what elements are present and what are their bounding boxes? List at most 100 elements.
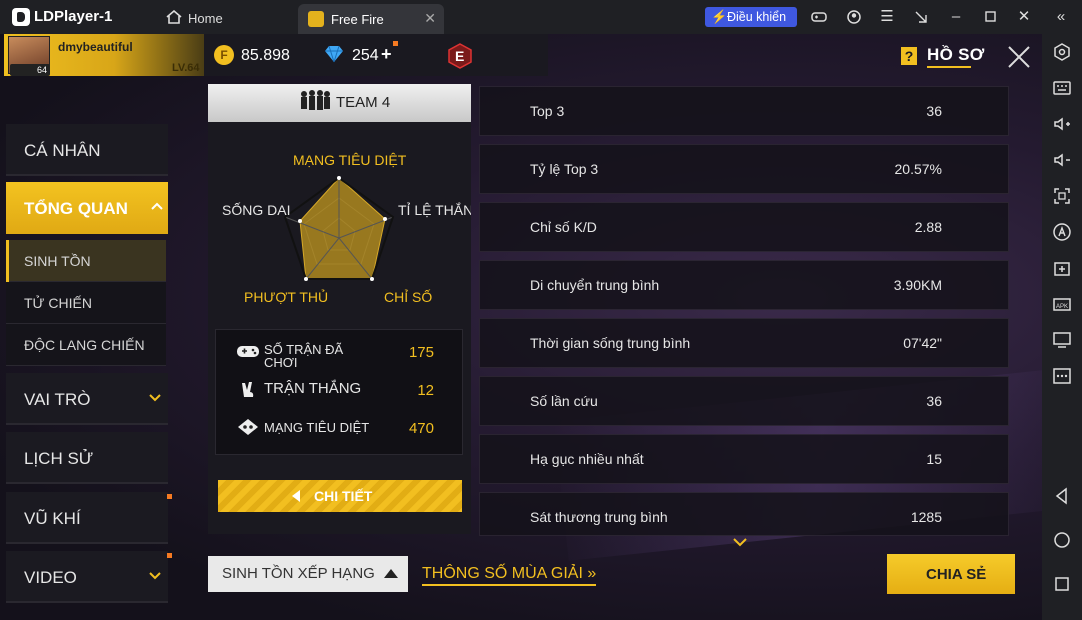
radar-label-winrate: TỈ LỆ THẮNG bbox=[398, 202, 471, 218]
submenu-label: ĐỘC LANG CHIẾN bbox=[24, 337, 145, 353]
gamepad-icon[interactable] bbox=[808, 7, 830, 27]
stat-label: Sát thương trung bình bbox=[530, 509, 668, 525]
menu-tong-quan[interactable]: TỔNG QUAN bbox=[6, 182, 168, 234]
back-icon[interactable] bbox=[1052, 486, 1072, 506]
chevron-down-icon bbox=[149, 572, 161, 580]
menu-ca-nhan[interactable]: CÁ NHÂN bbox=[6, 124, 168, 176]
close-icon[interactable] bbox=[1004, 42, 1034, 72]
emulator-sidebar: APK bbox=[1042, 34, 1082, 620]
stat-label: Top 3 bbox=[530, 103, 565, 119]
free-fire-tab-label: Free Fire bbox=[331, 12, 384, 27]
stat-kills: MẠNG TIÊU DIỆT 470 bbox=[216, 408, 464, 446]
stat-value: 36 bbox=[926, 103, 942, 119]
volume-down-icon[interactable] bbox=[1052, 150, 1072, 170]
radar-label-survival: SỐNG DAI bbox=[222, 202, 291, 218]
chevron-up-icon bbox=[151, 202, 163, 210]
settings-icon[interactable] bbox=[1052, 42, 1072, 62]
detail-button[interactable]: CHI TIẾT bbox=[218, 480, 462, 512]
share-button-label: CHIA SẺ bbox=[926, 566, 987, 583]
team-label: TEAM 4 bbox=[336, 94, 391, 111]
menu-label: CÁ NHÂN bbox=[24, 141, 101, 160]
menu-label: LỊCH SỬ bbox=[24, 449, 94, 468]
avatar-level-badge: 64 bbox=[10, 64, 50, 76]
add-diamond-button[interactable]: + bbox=[381, 44, 392, 65]
menu-label: VŨ KHÍ bbox=[24, 509, 81, 528]
help-icon[interactable]: ? bbox=[901, 47, 917, 65]
summary-stats: SỐ TRẬN ĐÃ CHƠI 175 TRẬN THẮNG 12 MẠNG T… bbox=[215, 329, 463, 455]
stat-row: Hạ gục nhiều nhất 15 bbox=[479, 434, 1009, 484]
auto-script-icon[interactable] bbox=[1052, 222, 1072, 242]
season-stats-link[interactable]: THÔNG SỐ MÙA GIẢI » bbox=[422, 565, 597, 586]
home-nav-icon[interactable] bbox=[1052, 530, 1072, 550]
arrow-left-icon bbox=[292, 490, 300, 502]
free-fire-icon bbox=[308, 11, 324, 27]
stat-label: MẠNG TIÊU DIỆT bbox=[264, 420, 370, 435]
radar-chart: MẠNG TIÊU DIỆT TỈ LỆ THẮNG CHỈ SỐ PHƯỢT … bbox=[208, 144, 471, 334]
submenu-tu-chien[interactable]: TỬ CHIẾN bbox=[6, 282, 166, 324]
menu-vai-tro[interactable]: VAI TRÒ bbox=[6, 373, 168, 425]
submenu-doc-lang-chien[interactable]: ĐỘC LANG CHIẾN bbox=[6, 324, 166, 366]
player-name: dmybeautiful bbox=[58, 40, 133, 54]
diamond-count: 254 bbox=[352, 47, 379, 64]
radar-chart-svg bbox=[283, 176, 395, 281]
stat-row: Số lần cứu 36 bbox=[479, 376, 1009, 426]
player-card[interactable]: 64 dmybeautiful LV.64 bbox=[4, 34, 204, 76]
mode-select[interactable]: SINH TỒN XẾP HẠNG bbox=[208, 556, 408, 592]
home-icon bbox=[166, 10, 182, 24]
apk-icon[interactable]: APK bbox=[1052, 294, 1072, 314]
scroll-down-chevron-icon[interactable] bbox=[732, 536, 748, 548]
stat-value: 12 bbox=[417, 382, 434, 399]
submenu-sinh-ton[interactable]: SINH TỒN bbox=[6, 240, 166, 282]
free-fire-tab[interactable]: Free Fire ✕ bbox=[298, 4, 444, 34]
svg-text:APK: APK bbox=[1056, 304, 1068, 310]
stat-value: 20.57% bbox=[894, 161, 942, 177]
radar-label-score: CHỈ SỐ bbox=[384, 289, 433, 305]
menu-label: VAI TRÒ bbox=[24, 390, 91, 409]
double-chevron-right-icon: » bbox=[587, 565, 597, 582]
stat-label: Hạ gục nhiều nhất bbox=[530, 451, 644, 467]
more-icon[interactable] bbox=[1052, 366, 1072, 386]
volume-up-icon[interactable] bbox=[1052, 114, 1072, 134]
app-name: LDPlayer-1 bbox=[34, 8, 113, 25]
stat-label: SỐ TRẬN ĐÃ CHƠI bbox=[264, 342, 344, 370]
menu-vu-khi[interactable]: VŨ KHÍ bbox=[6, 492, 168, 544]
stat-matches-played: SỐ TRẬN ĐÃ CHƠI 175 bbox=[216, 332, 464, 370]
minimize-icon[interactable]: – bbox=[945, 7, 967, 27]
menu-icon[interactable]: ☰ bbox=[876, 7, 898, 27]
menu-lich-su[interactable]: LỊCH SỬ bbox=[6, 432, 168, 484]
triangle-up-icon bbox=[384, 569, 398, 578]
share-button[interactable]: CHIA SẺ bbox=[887, 554, 1015, 594]
collapse-sidebar-icon[interactable]: « bbox=[1050, 7, 1072, 27]
add-window-icon[interactable] bbox=[1052, 258, 1072, 278]
close-tab-icon[interactable]: ✕ bbox=[424, 10, 436, 27]
keyboard-icon[interactable] bbox=[1052, 78, 1072, 98]
account-icon[interactable] bbox=[843, 7, 865, 27]
stat-value: 2.88 bbox=[914, 219, 942, 235]
stat-label: TRẬN THẮNG bbox=[264, 380, 362, 397]
gamepad-icon bbox=[237, 346, 259, 357]
menu-video[interactable]: VIDEO bbox=[6, 551, 168, 603]
control-button-label: Điều khiển bbox=[727, 10, 787, 24]
stat-value: 15 bbox=[926, 451, 942, 467]
fullscreen-icon[interactable] bbox=[1052, 186, 1072, 206]
stat-row: Top 3 36 bbox=[479, 86, 1009, 136]
control-button[interactable]: ⚡ Điều khiển bbox=[705, 7, 797, 27]
rank-badge-letter: E bbox=[455, 48, 465, 64]
diamond-icon bbox=[325, 45, 343, 63]
menu-label: TỔNG QUAN bbox=[24, 199, 128, 218]
recent-apps-icon[interactable] bbox=[1052, 574, 1072, 594]
stat-row: Chỉ số K/D 2.88 bbox=[479, 202, 1009, 252]
gold-coin-icon: F bbox=[214, 45, 234, 65]
ldplayer-logo-icon bbox=[12, 8, 30, 26]
maximize-icon[interactable] bbox=[979, 7, 1001, 27]
stat-value: 07'42" bbox=[903, 335, 942, 351]
team-silhouette-icon bbox=[301, 90, 330, 110]
rank-badge[interactable]: E bbox=[448, 43, 472, 69]
screen-icon[interactable] bbox=[1052, 330, 1072, 350]
home-tab[interactable]: Home bbox=[158, 5, 288, 31]
close-window-icon[interactable]: ✕ bbox=[1013, 7, 1035, 27]
page-title-underline bbox=[927, 66, 971, 68]
titlebar: LDPlayer-1 Home Free Fire ✕ ⚡ Điều khiển… bbox=[0, 0, 1082, 34]
chevron-down-icon bbox=[149, 394, 161, 402]
minimize-window-icon[interactable] bbox=[910, 7, 932, 27]
